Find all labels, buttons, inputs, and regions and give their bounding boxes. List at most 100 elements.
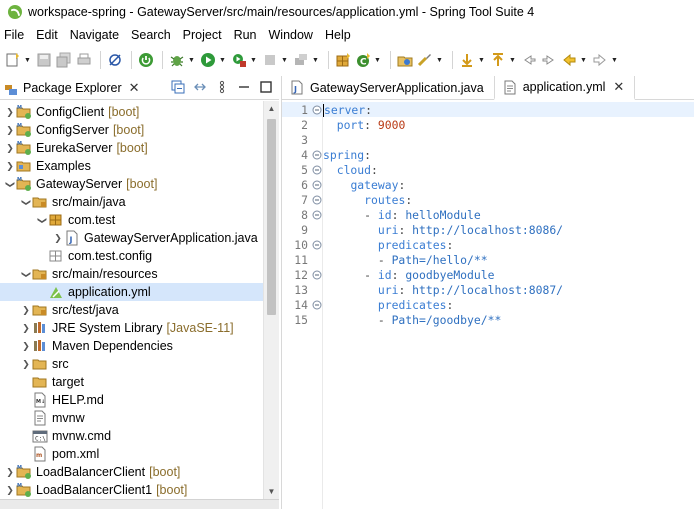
code-line[interactable]: 14 predicates: (282, 297, 694, 312)
tree-item[interactable]: ❯ M ConfigServer [boot] (0, 121, 263, 139)
fold-collapse-icon[interactable] (311, 149, 322, 160)
chevron-down-icon[interactable]: ❯ (5, 178, 16, 190)
tree-item[interactable]: ❯ M GatewayServer [boot] (0, 175, 263, 193)
search-tool-dropdown-icon[interactable]: ▼ (436, 51, 443, 69)
forward-icon[interactable] (591, 51, 609, 69)
tree-item[interactable]: target (0, 373, 263, 391)
code-line[interactable]: 7 routes: (282, 192, 694, 207)
code-line[interactable]: 4 spring: (282, 147, 694, 162)
new-wizard-dropdown-icon[interactable]: ▼ (24, 51, 31, 69)
tree-item[interactable]: ❯ src (0, 355, 263, 373)
run-icon[interactable] (199, 51, 217, 69)
next-annotation-dropdown-icon[interactable]: ▼ (478, 51, 485, 69)
search-tool-icon[interactable] (416, 51, 434, 69)
spring-boot-dashboard-icon[interactable] (137, 51, 155, 69)
scrollbar-thumb[interactable] (267, 119, 276, 315)
code-line[interactable]: 11 - Path=/hello/** (282, 252, 694, 267)
menu-project[interactable]: Project (177, 28, 228, 42)
tree-item[interactable]: ❯ JRE System Library [JavaSE-11] (0, 319, 263, 337)
package-explorer-vertical-scrollbar[interactable]: ▲ ▼ (263, 101, 279, 499)
close-icon[interactable]: ✕ (129, 80, 140, 96)
save-all-icon[interactable] (55, 51, 73, 69)
previous-annotation-dropdown-icon[interactable]: ▼ (509, 51, 516, 69)
link-with-editor-icon[interactable] (193, 80, 207, 97)
code-line[interactable]: 8 - id: helloModule (282, 207, 694, 222)
run-dropdown-icon[interactable]: ▼ (219, 51, 226, 69)
fold-collapse-icon[interactable] (311, 269, 322, 280)
code-line[interactable]: 2 port: 9000 (282, 117, 694, 132)
forward-edit-location-icon[interactable] (540, 51, 558, 69)
tree-item[interactable]: ❯ M LoadBalancerClient [boot] (0, 463, 263, 481)
chevron-right-icon[interactable]: ❯ (4, 161, 16, 172)
print-icon[interactable] (75, 51, 93, 69)
menu-file[interactable]: File (0, 28, 30, 42)
relaunch-dropdown-icon[interactable]: ▼ (312, 51, 319, 69)
open-type-icon[interactable] (396, 51, 414, 69)
debug-icon[interactable] (168, 51, 186, 69)
collapse-all-icon[interactable] (171, 80, 185, 97)
chevron-right-icon[interactable]: ❯ (4, 143, 16, 154)
relaunch-icon[interactable] (292, 51, 310, 69)
back-icon[interactable] (560, 51, 578, 69)
tree-item[interactable]: ❯ M LoadBalancerClient1 [boot] (0, 481, 263, 499)
package-explorer-tree[interactable]: ❯ M ConfigClient [boot] ❯ M ConfigServer [boot]… (0, 101, 263, 499)
tree-item[interactable]: M↓ HELP.md (0, 391, 263, 409)
yaml-code-editor[interactable]: 1 server: 2 port: 9000 3 4 spring: 5 cloud: 6 g… (282, 101, 694, 509)
chevron-right-icon[interactable]: ❯ (20, 305, 32, 316)
tree-item[interactable]: com.test.config (0, 247, 263, 265)
menu-search[interactable]: Search (125, 28, 177, 42)
fold-collapse-icon[interactable] (311, 239, 322, 250)
tree-item[interactable]: C:\ mvnw.cmd (0, 427, 263, 445)
tree-item[interactable]: ❯ Examples (0, 157, 263, 175)
last-edit-location-icon[interactable] (520, 51, 538, 69)
fold-collapse-icon[interactable] (311, 299, 322, 310)
menu-navigate[interactable]: Navigate (64, 28, 125, 42)
scroll-down-icon[interactable]: ▼ (264, 484, 279, 499)
menu-help[interactable]: Help (319, 28, 357, 42)
chevron-right-icon[interactable]: ❯ (20, 323, 32, 334)
maximize-icon[interactable] (259, 80, 273, 97)
code-line[interactable]: 9 uri: http://localhost:8086/ (282, 222, 694, 237)
stop-dropdown-icon[interactable]: ▼ (281, 51, 288, 69)
scroll-up-icon[interactable]: ▲ (264, 101, 279, 116)
tree-item[interactable]: m pom.xml (0, 445, 263, 463)
tree-item[interactable]: ❯ J GatewayServerApplication.java (0, 229, 263, 247)
fold-collapse-icon[interactable] (311, 194, 322, 205)
previous-annotation-icon[interactable] (489, 51, 507, 69)
chevron-down-icon[interactable]: ❯ (37, 214, 48, 226)
editor-tab-application-yml[interactable]: application.yml ✕ (493, 76, 636, 100)
tree-item[interactable]: mvnw (0, 409, 263, 427)
new-wizard-icon[interactable] (4, 51, 22, 69)
tree-item[interactable]: ❯ src/main/resources (0, 265, 263, 283)
code-line[interactable]: 1 server: (282, 102, 694, 117)
tab-package-explorer[interactable]: Package Explorer ✕ (0, 76, 146, 100)
code-line[interactable]: 5 cloud: (282, 162, 694, 177)
code-line[interactable]: 3 (282, 132, 694, 147)
tree-item[interactable]: ❯ M ConfigClient [boot] (0, 103, 263, 121)
save-icon[interactable] (35, 51, 53, 69)
chevron-down-icon[interactable]: ❯ (21, 268, 32, 280)
code-line[interactable]: 13 uri: http://localhost:8087/ (282, 282, 694, 297)
chevron-right-icon[interactable]: ❯ (4, 107, 16, 118)
chevron-right-icon[interactable]: ❯ (20, 341, 32, 352)
external-tools-icon[interactable] (230, 51, 248, 69)
next-annotation-icon[interactable] (458, 51, 476, 69)
tree-item[interactable]: ❯ M EurekaServer [boot] (0, 139, 263, 157)
new-java-class-icon[interactable]: C (354, 51, 372, 69)
forward-dropdown-icon[interactable]: ▼ (611, 51, 618, 69)
new-java-class-dropdown-icon[interactable]: ▼ (374, 51, 381, 69)
tree-item[interactable]: ❯ Maven Dependencies (0, 337, 263, 355)
debug-dropdown-icon[interactable]: ▼ (188, 51, 195, 69)
fold-collapse-icon[interactable] (311, 209, 322, 220)
tree-item[interactable]: ❯ com.test (0, 211, 263, 229)
tree-item[interactable]: ❯ src/main/java (0, 193, 263, 211)
fold-collapse-icon[interactable] (311, 164, 322, 175)
chevron-down-icon[interactable]: ❯ (21, 196, 32, 208)
menu-run[interactable]: Run (228, 28, 263, 42)
tree-item[interactable]: application.yml (0, 283, 263, 301)
fold-collapse-icon[interactable] (311, 104, 322, 115)
chevron-right-icon[interactable]: ❯ (4, 485, 16, 496)
chevron-right-icon[interactable]: ❯ (4, 467, 16, 478)
external-tools-dropdown-icon[interactable]: ▼ (250, 51, 257, 69)
code-line[interactable]: 15 - Path=/goodbye/** (282, 312, 694, 327)
